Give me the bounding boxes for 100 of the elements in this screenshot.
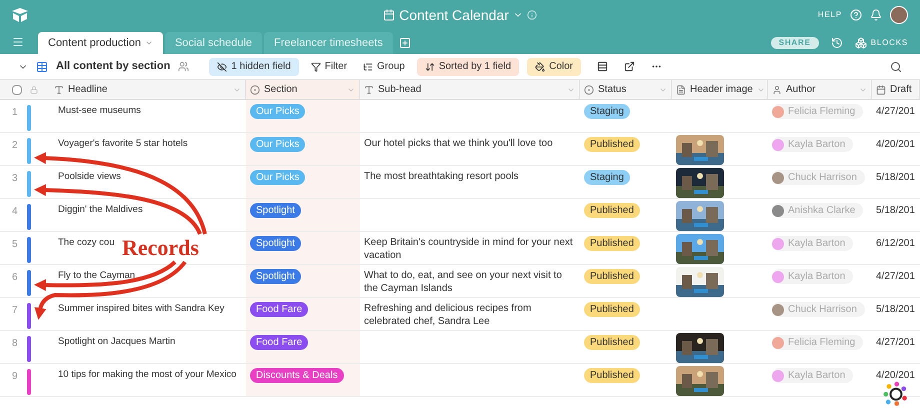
table-tab[interactable]: Content production <box>38 32 163 54</box>
table-cell: 5/18/201 <box>876 304 915 315</box>
column-header[interactable]: Headline <box>68 82 108 97</box>
view-name[interactable]: All content by section <box>56 58 170 75</box>
tag: Our Picks <box>250 137 306 152</box>
eye-icon[interactable] <box>217 62 228 72</box>
table-cell: 4/20/201 <box>876 139 915 150</box>
tag: Spotlight <box>250 236 301 251</box>
author-chip: Kayla Barton <box>772 269 854 284</box>
paint-bucket-icon[interactable] <box>535 62 546 72</box>
row-number: 9 <box>12 370 19 384</box>
filter-icon[interactable] <box>310 62 321 72</box>
table-cell: 4/27/201 <box>876 106 915 117</box>
table-cell: 6/12/201 <box>876 238 915 249</box>
author-chip: Anishka Clarke <box>772 203 864 218</box>
table-cell: The cozy cou <box>58 237 114 248</box>
table-cell: 4/27/201 <box>876 271 915 282</box>
field-type-icon <box>676 84 686 94</box>
author-chip: Kayla Barton <box>772 137 854 152</box>
author-chip: Felicia Fleming <box>772 335 864 350</box>
table-cell: What to do, eat, and see on your next visit to the Cayman Islands <box>364 270 562 294</box>
column-header[interactable]: Sub-head <box>378 82 422 97</box>
table-cell: Keep Britain's countryside in mind for your next vacation <box>364 237 573 261</box>
field-type-icon <box>250 84 260 94</box>
tag: Discounts & Deals <box>250 368 344 383</box>
row-number: 5 <box>12 238 19 252</box>
search-icon[interactable] <box>890 60 902 72</box>
tag: Published <box>584 302 640 317</box>
color-button[interactable]: Color <box>527 58 581 76</box>
field-type-icon <box>876 84 886 94</box>
row-number: 7 <box>12 304 19 318</box>
tag: Spotlight <box>250 269 301 284</box>
tag: Our Picks <box>250 170 306 185</box>
add-table-icon[interactable] <box>398 37 411 49</box>
tag: Our Picks <box>250 104 306 119</box>
table-cell: Summer inspired bites with Sandra Key <box>58 303 224 314</box>
sort-icon[interactable] <box>424 62 435 72</box>
hidden-fields-button[interactable]: 1 hidden field <box>209 58 299 76</box>
tag: Spotlight <box>250 203 301 218</box>
column-header[interactable]: Draft <box>890 82 912 97</box>
tag: Food Fare <box>250 335 308 350</box>
table-cell: Our hotel picks that we think you'll love too <box>364 138 553 149</box>
table-cell: 10 tips for making the most of your Mexico <box>58 369 236 380</box>
column-header[interactable]: Header image <box>690 82 753 97</box>
tag: Food Fare <box>250 302 308 317</box>
field-type-icon <box>364 84 374 94</box>
row-number: 2 <box>12 139 19 153</box>
tag: Published <box>584 269 640 284</box>
row-number: 8 <box>12 337 19 351</box>
blocks-icon[interactable] <box>854 37 867 49</box>
tag: Published <box>584 335 640 350</box>
table-cell: Poolside views <box>58 171 121 182</box>
info-icon[interactable] <box>526 10 537 20</box>
history-icon[interactable] <box>830 37 843 49</box>
sort-button[interactable]: Sorted by 1 field <box>416 58 520 76</box>
row-number: 1 <box>12 106 19 120</box>
table-cell: 5/18/201 <box>876 172 915 183</box>
tag: Staging <box>584 104 630 119</box>
help-icon[interactable] <box>850 9 862 21</box>
field-type-icon <box>584 84 594 94</box>
author-chip: Kayla Barton <box>772 236 854 251</box>
tag: Published <box>584 137 640 152</box>
people-icon[interactable] <box>178 61 190 72</box>
checkbox[interactable] <box>12 84 22 94</box>
row-number: 3 <box>12 172 19 186</box>
column-header[interactable]: Author <box>786 82 816 97</box>
tag: Published <box>584 368 640 383</box>
table-cell: 5/18/201 <box>876 205 915 216</box>
tag: Published <box>584 236 640 251</box>
row-height-icon[interactable] <box>597 61 608 72</box>
bell-icon[interactable] <box>870 9 882 21</box>
table-cell: Refreshing and delicious recipes from celebrated chef, Sandra Lee <box>364 303 532 327</box>
caret-icon[interactable] <box>144 39 153 47</box>
table-cell: 4/20/201 <box>876 370 915 381</box>
table-cell: Voyager's favorite 5 star hotels <box>58 138 188 149</box>
table-cell: Spotlight on Jacques Martin <box>58 336 176 347</box>
filter-button[interactable]: Filter <box>306 58 352 76</box>
author-chip: Chuck Harrison <box>772 302 865 317</box>
field-type-icon <box>54 84 64 94</box>
table-cell: The most breathtaking resort pools <box>364 171 519 182</box>
author-chip: Chuck Harrison <box>772 170 865 185</box>
lock-icon <box>30 86 38 94</box>
grid-view-icon[interactable] <box>36 60 48 72</box>
group-button[interactable]: Group <box>359 58 409 76</box>
tag: Published <box>584 203 640 218</box>
user-avatar[interactable] <box>890 6 908 24</box>
menu-icon[interactable] <box>12 36 24 48</box>
calendar-icon <box>383 9 396 21</box>
logo-icon <box>12 8 28 22</box>
author-chip: Felicia Fleming <box>772 104 864 119</box>
table-cell: 4/27/201 <box>876 337 915 348</box>
field-type-icon <box>772 84 782 94</box>
row-number: 4 <box>12 205 19 219</box>
column-header[interactable]: Status <box>598 82 626 97</box>
help-widget-icon[interactable] <box>882 381 910 409</box>
table-cell: Diggin' the Maldives <box>58 204 143 215</box>
share-view-icon[interactable] <box>624 61 635 72</box>
row-number: 6 <box>12 271 19 285</box>
tag: Staging <box>584 170 630 185</box>
group-icon[interactable] <box>363 62 374 72</box>
